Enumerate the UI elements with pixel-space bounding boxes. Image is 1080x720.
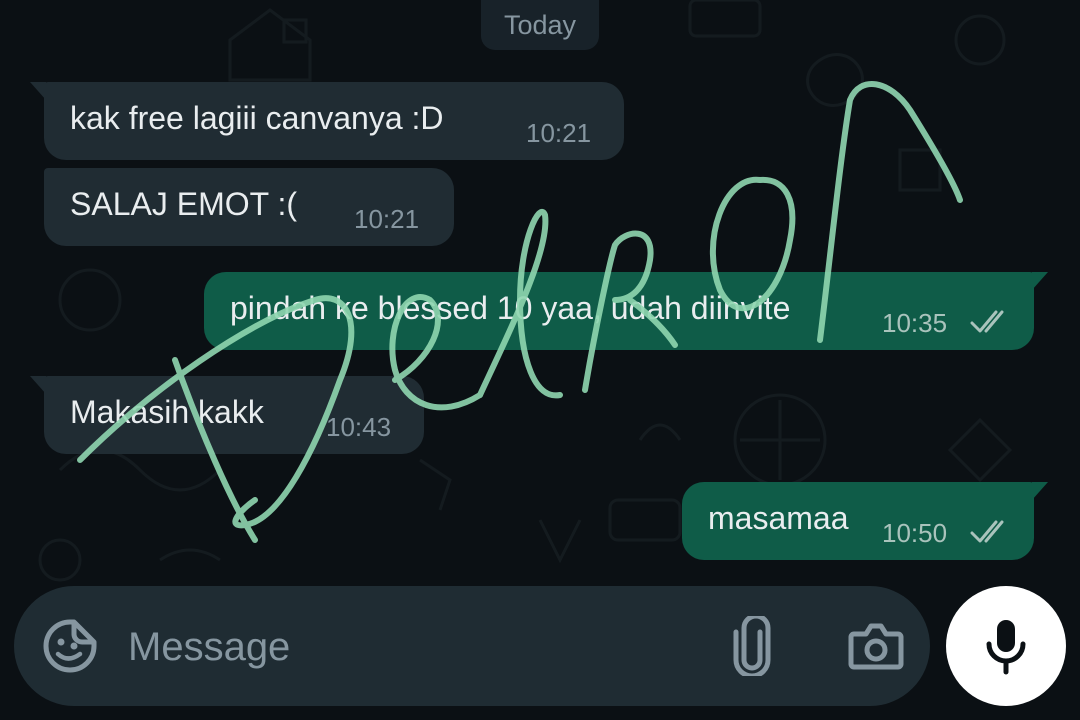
message-timestamp: 10:21 (354, 204, 420, 234)
message-timestamp: 10:43 (326, 412, 392, 442)
message-text: masamaa (708, 500, 849, 536)
paperclip-icon[interactable] (732, 616, 772, 676)
message-bubble-outgoing[interactable]: pindah ke blessed 10 yaa, udah diinvite … (204, 272, 1048, 350)
date-separator: Today (481, 0, 599, 50)
message-timestamp: 10:21 (526, 118, 592, 148)
voice-record-button[interactable] (946, 586, 1066, 706)
double-check-icon (970, 310, 1004, 333)
message-text: SALAJ EMOT :( (70, 186, 298, 222)
message-text: pindah ke blessed 10 yaa, udah diinvite (230, 290, 791, 326)
emoji-sticker-icon[interactable] (42, 618, 98, 674)
message-bubble-outgoing[interactable]: masamaa 10:50 (682, 482, 1048, 560)
camera-icon[interactable] (848, 622, 904, 670)
message-text: Makasih kakk (70, 394, 264, 430)
message-timestamp: 10:35 (882, 308, 948, 338)
message-bubble-incoming[interactable]: Makasih kakk 10:43 (30, 376, 424, 454)
message-text: kak free lagiii canvanya :D (70, 100, 444, 136)
message-bubble-incoming[interactable]: SALAJ EMOT :( 10:21 (44, 168, 454, 246)
bubble-tail (1032, 272, 1048, 290)
microphone-icon (986, 620, 1026, 675)
double-check-icon (970, 520, 1004, 543)
bubble-tail (30, 82, 46, 100)
message-composer (14, 586, 930, 706)
message-input[interactable] (126, 606, 690, 688)
bubble-tail (1032, 482, 1048, 500)
date-label: Today (503, 9, 577, 40)
message-timestamp: 10:50 (882, 518, 948, 548)
message-bubble-incoming[interactable]: kak free lagiii canvanya :D 10:21 (30, 82, 624, 160)
bubble-tail (30, 376, 46, 394)
